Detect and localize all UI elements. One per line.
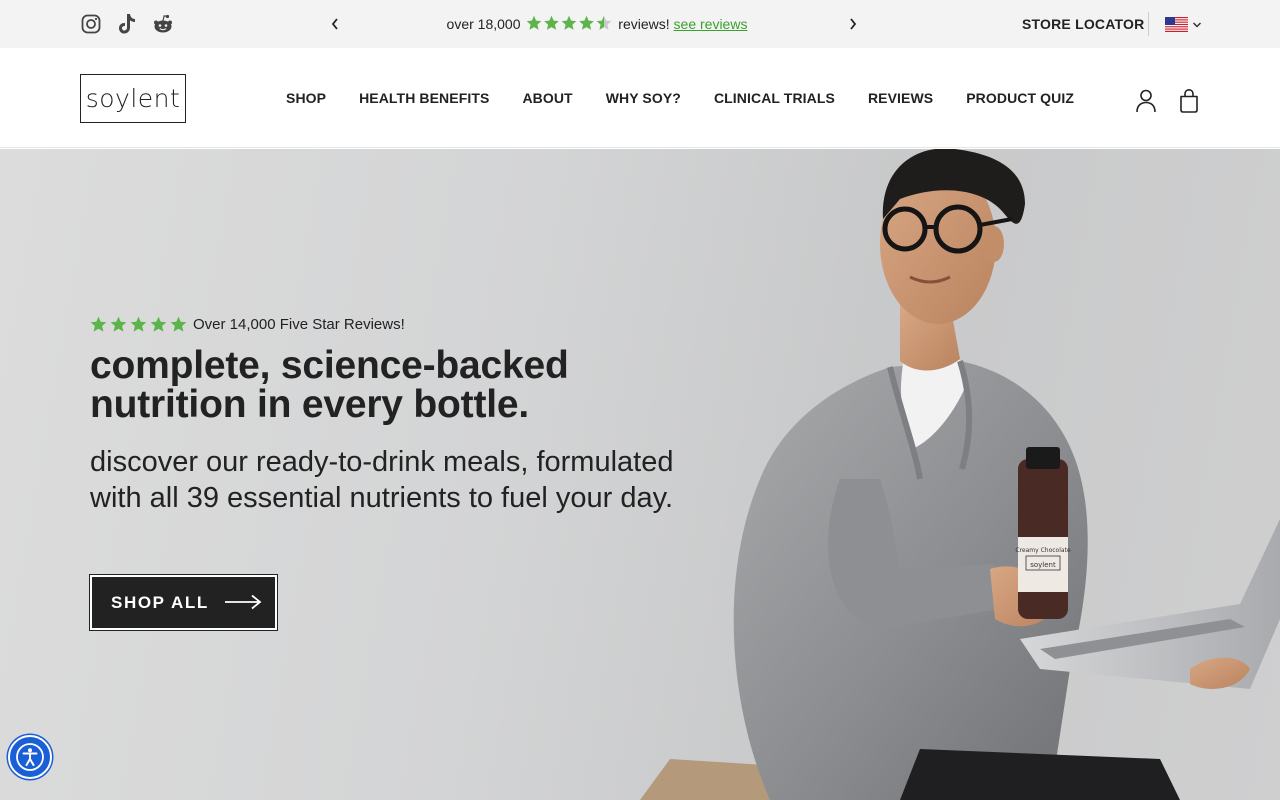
nav-clinical-trials[interactable]: CLINICAL TRIALS xyxy=(714,90,835,106)
see-reviews-link[interactable]: see reviews xyxy=(674,16,748,32)
us-flag-icon xyxy=(1165,17,1188,32)
star-icon xyxy=(110,316,127,332)
hero-image: Creamy Chocolate soylent xyxy=(640,149,1280,800)
arrow-right-icon xyxy=(225,594,262,610)
half-star-icon xyxy=(597,15,612,30)
social-links xyxy=(80,12,174,36)
reddit-icon[interactable] xyxy=(152,12,174,36)
nav-why-soy[interactable]: WHY SOY? xyxy=(606,90,681,106)
nav-shop[interactable]: SHOP xyxy=(286,90,326,106)
divider xyxy=(1148,12,1149,36)
tiktok-icon[interactable] xyxy=(116,12,138,36)
announcement-prefix: over 18,000 xyxy=(446,16,521,32)
announcement-suffix: reviews! xyxy=(618,16,670,32)
announcement-stars xyxy=(526,15,612,31)
account-icon[interactable] xyxy=(1134,88,1158,114)
nav-product-quiz[interactable]: PRODUCT QUIZ xyxy=(966,90,1074,106)
announcement-text: over 18,000 reviews! see reviews xyxy=(360,15,834,32)
hero-title: complete, science-backed nutrition in ev… xyxy=(90,344,569,426)
hero-reviews-text: Over 14,000 Five Star Reviews! xyxy=(193,316,405,333)
site-header: soylent SHOP HEALTH BENEFITS ABOUT WHY S… xyxy=(0,48,1280,148)
star-icon xyxy=(90,316,107,332)
bottle-label: Creamy Chocolate xyxy=(1015,547,1071,554)
shop-all-button[interactable]: SHOP ALL xyxy=(89,574,278,631)
soylent-logo[interactable]: soylent xyxy=(80,74,186,123)
shop-all-label: SHOP ALL xyxy=(111,592,209,612)
nav-health-benefits[interactable]: HEALTH BENEFITS xyxy=(359,90,489,106)
store-locator-link[interactable]: STORE LOCATOR xyxy=(1022,16,1144,32)
accessibility-icon[interactable] xyxy=(8,735,52,779)
hero-section: Creamy Chocolate soylent Over 14,000 Fiv… xyxy=(0,149,1280,800)
hero-reviews: Over 14,000 Five Star Reviews! xyxy=(90,316,405,333)
announcement-next-arrow[interactable] xyxy=(843,14,863,34)
star-icon xyxy=(562,15,577,30)
main-nav: SHOP HEALTH BENEFITS ABOUT WHY SOY? CLIN… xyxy=(286,90,1074,106)
cart-icon[interactable] xyxy=(1178,88,1200,114)
bottle-brand: soylent xyxy=(1030,561,1056,569)
hero-stars xyxy=(90,316,186,333)
star-icon xyxy=(527,15,542,30)
country-selector[interactable] xyxy=(1165,17,1202,32)
announcement-prev-arrow[interactable] xyxy=(325,14,345,34)
hero-subtitle: discover our ready-to-drink meals, formu… xyxy=(90,446,674,514)
star-icon xyxy=(579,15,595,30)
star-icon xyxy=(170,316,186,332)
star-icon xyxy=(130,316,147,332)
nav-about[interactable]: ABOUT xyxy=(522,90,572,106)
nav-reviews[interactable]: REVIEWS xyxy=(868,90,933,106)
chevron-down-icon xyxy=(1192,21,1202,28)
announcement-bar: over 18,000 reviews! see reviews STORE L… xyxy=(0,0,1280,48)
instagram-icon[interactable] xyxy=(80,12,102,36)
star-icon xyxy=(150,316,167,332)
star-icon xyxy=(544,15,560,30)
